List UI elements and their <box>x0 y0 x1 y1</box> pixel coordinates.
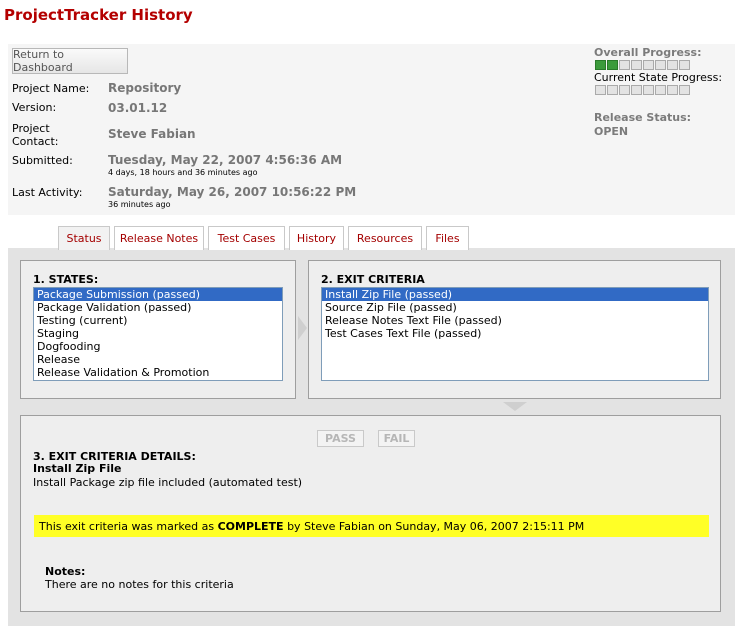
criteria-list-item[interactable]: Install Zip File (passed) <box>322 288 708 301</box>
progress-segment <box>619 85 630 95</box>
current-state-progress-label: Current State Progress: <box>594 71 723 84</box>
release-status-label: Release Status: <box>594 111 692 124</box>
criteria-list-item[interactable]: Release Notes Text File (passed) <box>322 314 708 327</box>
progress-segment <box>643 60 654 70</box>
progress-segment <box>595 60 606 70</box>
tab-release-notes[interactable]: Release Notes <box>114 226 204 250</box>
project-contact-value: Steve Fabian <box>108 127 196 141</box>
last-activity-ago: 36 minutes ago <box>108 200 171 209</box>
state-list-item[interactable]: Staging <box>34 327 282 340</box>
state-list-item[interactable]: Package Validation (passed) <box>34 301 282 314</box>
tab-files[interactable]: Files <box>426 226 469 250</box>
completion-banner: This exit criteria was marked as COMPLET… <box>34 515 709 537</box>
arrow-right-icon <box>298 316 307 340</box>
state-list-item[interactable]: Release <box>34 353 282 366</box>
progress-segment <box>619 60 630 70</box>
state-list-item[interactable]: Release Validation & Promotion <box>34 366 282 379</box>
state-list-item[interactable]: Package Submission (passed) <box>34 288 282 301</box>
last-activity-label: Last Activity: <box>12 186 83 199</box>
project-name-value: Repository <box>108 81 182 95</box>
progress-segment <box>643 85 654 95</box>
notes-text: There are no notes for this criteria <box>45 578 234 591</box>
completion-banner-suffix: by Steve Fabian on Sunday, May 06, 2007 … <box>283 519 585 533</box>
progress-segment <box>679 85 690 95</box>
tab-test-cases[interactable]: Test Cases <box>208 226 285 250</box>
progress-segment <box>595 85 606 95</box>
overall-progress-label: Overall Progress: <box>594 46 702 59</box>
state-list-item[interactable]: Dogfooding <box>34 340 282 353</box>
progress-segment <box>607 60 618 70</box>
notes-label: Notes: <box>45 565 86 578</box>
progress-segment <box>607 85 618 95</box>
progress-segment <box>667 85 678 95</box>
progress-segment <box>631 60 642 70</box>
criteria-list-item[interactable]: Test Cases Text File (passed) <box>322 327 708 340</box>
page-title: ProjectTracker History <box>4 6 193 24</box>
progress-segment <box>667 60 678 70</box>
state-list-item[interactable]: Testing (current) <box>34 314 282 327</box>
return-to-dashboard-button[interactable]: Return to Dashboard <box>12 48 128 74</box>
criteria-name: Install Zip File <box>33 462 122 475</box>
criteria-description: Install Package zip file included (autom… <box>33 476 303 489</box>
release-status-value: OPEN <box>594 125 629 138</box>
states-title: 1. STATES: <box>33 273 99 286</box>
states-listbox[interactable]: Package Submission (passed) Package Valid… <box>33 287 283 381</box>
version-label: Version: <box>12 101 57 114</box>
exit-criteria-title: 2. EXIT CRITERIA <box>321 273 425 286</box>
progress-segment <box>631 85 642 95</box>
fail-button[interactable]: FAIL <box>378 430 415 447</box>
current-state-progress-bar <box>595 85 690 95</box>
tab-history[interactable]: History <box>289 226 344 250</box>
exit-criteria-listbox[interactable]: Install Zip File (passed) Source Zip File… <box>321 287 709 381</box>
tab-resources[interactable]: Resources <box>348 226 422 250</box>
submitted-ago: 4 days, 18 hours and 36 minutes ago <box>108 168 258 177</box>
project-contact-label-line1: Project <box>12 122 50 135</box>
progress-segment <box>655 60 666 70</box>
project-contact-label-line2: Contact: <box>12 135 59 148</box>
pass-button[interactable]: PASS <box>317 430 364 447</box>
arrow-down-icon <box>503 402 527 411</box>
progress-segment <box>679 60 690 70</box>
tab-status[interactable]: Status <box>58 226 110 250</box>
submitted-value: Tuesday, May 22, 2007 4:56:36 AM <box>108 153 343 167</box>
completion-status: COMPLETE <box>217 519 284 533</box>
last-activity-value: Saturday, May 26, 2007 10:56:22 PM <box>108 185 357 199</box>
version-value: 03.01.12 <box>108 101 168 115</box>
criteria-list-item[interactable]: Source Zip File (passed) <box>322 301 708 314</box>
submitted-label: Submitted: <box>12 154 73 167</box>
completion-banner-prefix: This exit criteria was marked as <box>39 519 218 533</box>
overall-progress-bar <box>595 60 690 70</box>
progress-segment <box>655 85 666 95</box>
project-name-label: Project Name: <box>12 82 90 95</box>
